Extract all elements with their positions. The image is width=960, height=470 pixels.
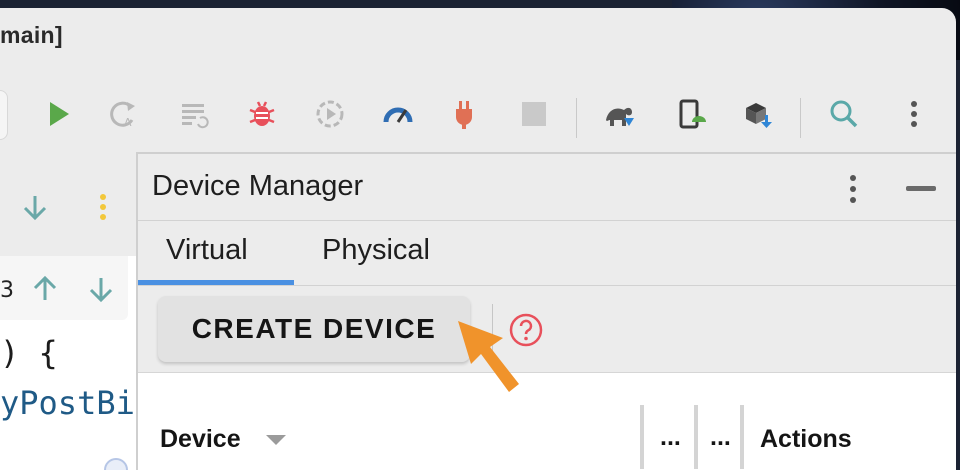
code-editor[interactable]: 3 ) { yPostBi — [0, 152, 136, 470]
sdk-manager-icon[interactable] — [740, 96, 776, 132]
toolbar-separator — [576, 98, 577, 138]
plug-icon[interactable] — [446, 96, 482, 132]
minimize-icon[interactable] — [906, 186, 936, 191]
divider — [138, 220, 956, 221]
panel-title: Device Manager — [152, 170, 364, 202]
arrow-down-icon[interactable] — [20, 192, 50, 222]
search-icon[interactable] — [826, 96, 862, 132]
stop-icon[interactable] — [516, 96, 552, 132]
create-device-button[interactable]: CREATE DEVICE — [158, 296, 470, 362]
run-configuration-field[interactable] — [0, 90, 8, 140]
debug-icon[interactable] — [244, 96, 280, 132]
ide-window: main] A 3) {yPostBi Device Manager Vir… — [0, 8, 956, 470]
column-separator[interactable] — [694, 405, 698, 469]
code-line: yPostBi — [0, 384, 135, 422]
column-header-device[interactable]: Device — [160, 425, 241, 454]
arrow-up-icon[interactable] — [30, 274, 60, 304]
device-manager-panel: Device Manager Virtual Physical CREATE D… — [136, 152, 956, 470]
more-vertical-icon[interactable] — [88, 192, 118, 222]
device-table: Device ... ... Actions — [138, 372, 956, 470]
sort-arrow-icon[interactable] — [266, 435, 286, 445]
apply-changes-icon[interactable]: A — [106, 96, 142, 132]
pointer-arrow-icon — [458, 321, 519, 392]
more-icon[interactable] — [896, 96, 932, 132]
device-manager-icon[interactable] — [674, 96, 710, 132]
device-tabs: Virtual Physical — [138, 222, 956, 286]
column-separator[interactable] — [640, 405, 644, 469]
column-separator[interactable] — [740, 405, 744, 469]
find-result-text: 3 — [0, 278, 14, 303]
run-icon[interactable] — [40, 96, 76, 132]
arrow-down-icon[interactable] — [86, 274, 116, 304]
device-toolbar: CREATE DEVICE — [138, 286, 956, 372]
toolbar-separator — [800, 98, 801, 138]
apply-code-changes-icon[interactable] — [176, 96, 212, 132]
column-header-actions[interactable]: Actions — [760, 425, 852, 454]
window-title: main] — [0, 22, 63, 48]
panel-options-icon[interactable] — [838, 172, 868, 206]
column-header-ellipsis[interactable]: ... — [710, 423, 731, 452]
svg-text:A: A — [124, 116, 132, 129]
attach-debugger-icon[interactable] — [312, 96, 348, 132]
editor-header — [0, 152, 136, 256]
profile-icon[interactable] — [380, 96, 416, 132]
tab-physical[interactable]: Physical — [322, 234, 430, 267]
find-bar: 3 — [0, 256, 128, 320]
column-header-ellipsis[interactable]: ... — [660, 423, 681, 452]
gradle-sync-icon[interactable] — [602, 96, 638, 132]
tab-virtual[interactable]: Virtual — [166, 234, 248, 267]
code-line: ) { — [0, 334, 58, 372]
main-toolbar: A — [0, 84, 956, 144]
